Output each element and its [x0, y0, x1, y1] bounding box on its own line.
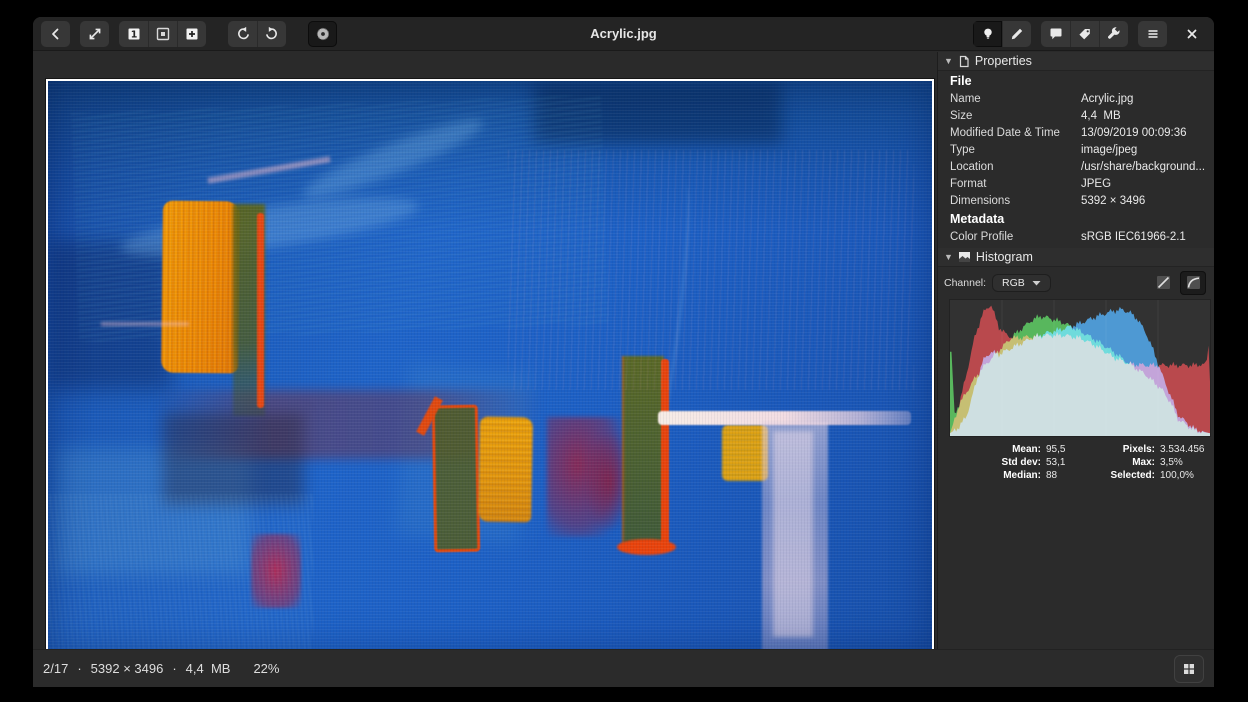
properties-sidebar: ▼ Properties File NameAcrylic.jpg Size4,… — [937, 52, 1214, 649]
view-button-group — [973, 21, 1031, 47]
property-row-color-profile: Color ProfilesRGB IEC61966-2.1 — [938, 228, 1214, 245]
tag-icon — [1077, 26, 1093, 42]
brush-edit-icon — [1009, 26, 1025, 42]
median-label: Median: — [938, 470, 1041, 481]
image-icon — [958, 251, 971, 263]
image-viewer-area — [33, 52, 937, 649]
window-title: Acrylic.jpg — [590, 17, 656, 51]
zoom-fit-icon — [155, 26, 171, 42]
comment-icon — [1048, 26, 1064, 42]
grid-view-icon — [1182, 662, 1196, 676]
zoom-original-button[interactable]: 1 — [119, 21, 148, 47]
pixels-label: Pixels: — [1099, 444, 1155, 455]
expander-arrow-icon: ▼ — [944, 252, 953, 262]
photo-acrylic-painting[interactable] — [48, 81, 932, 654]
back-button[interactable] — [41, 21, 70, 47]
rotate-left-icon — [235, 26, 251, 42]
max-label: Max: — [1099, 457, 1155, 468]
histogram-section-header[interactable]: ▼ Histogram — [938, 248, 1214, 267]
back-icon — [48, 26, 64, 42]
logarithmic-scale-button[interactable] — [1180, 271, 1206, 295]
fullscreen-button[interactable] — [80, 21, 109, 47]
status-bar: 2/17 · 5392 × 3496 · 4,4 MB 22% — [33, 649, 1214, 687]
menu-icon — [1145, 26, 1161, 42]
property-row-format: FormatJPEG — [938, 175, 1214, 192]
tag-button[interactable] — [1070, 21, 1099, 47]
max-value: 3,5% — [1155, 457, 1214, 468]
status-dimensions: 5392 × 3496 — [91, 661, 164, 676]
mean-value: 95,5 — [1041, 444, 1099, 455]
lightbulb-icon — [980, 26, 996, 42]
toolbar: 1 — [33, 17, 1214, 51]
logarithmic-scale-icon — [1186, 275, 1201, 290]
property-row-type: Typeimage/jpeg — [938, 141, 1214, 158]
properties-header-label: Properties — [975, 54, 1032, 68]
edit-button[interactable] — [1002, 21, 1031, 47]
property-row-modified: Modified Date & Time13/09/2019 00:09:36 — [938, 124, 1214, 141]
metadata-section-title: Metadata — [938, 209, 1214, 228]
aperture-button[interactable] — [308, 21, 337, 47]
svg-text:1: 1 — [130, 29, 137, 40]
menu-button[interactable] — [1138, 21, 1167, 47]
zoom-fit-button[interactable] — [148, 21, 177, 47]
property-row-name: NameAcrylic.jpg — [938, 90, 1214, 107]
thumbnail-view-button[interactable] — [1174, 655, 1204, 683]
linear-scale-button[interactable] — [1150, 271, 1176, 295]
image-frame — [46, 79, 934, 656]
median-value: 88 — [1041, 470, 1099, 481]
zoom-in-icon — [184, 26, 200, 42]
status-zoom-level: 22% — [253, 661, 279, 676]
properties-section-header[interactable]: ▼ Properties — [938, 52, 1214, 71]
gthumb-window: 1 — [33, 17, 1214, 687]
properties-toggle-button[interactable] — [973, 21, 1002, 47]
tools-button[interactable] — [1099, 21, 1128, 47]
document-icon — [958, 55, 970, 68]
rotate-left-button[interactable] — [228, 21, 257, 47]
rotate-right-button[interactable] — [257, 21, 286, 47]
selected-value: 100,0% — [1155, 470, 1214, 481]
annotation-button-group — [1041, 21, 1128, 47]
file-section-title: File — [938, 71, 1214, 90]
histogram-controls: Channel: RGB — [938, 267, 1214, 297]
channel-label: Channel: — [944, 277, 986, 289]
expander-arrow-icon: ▼ — [944, 56, 953, 66]
status-size: 4,4 MB — [186, 661, 231, 676]
pixels-value: 3.534.456 — [1155, 444, 1214, 455]
zoom-in-button[interactable] — [177, 21, 206, 47]
paint-vignette — [48, 81, 932, 654]
comment-button[interactable] — [1041, 21, 1070, 47]
close-icon — [1185, 27, 1199, 41]
linear-scale-icon — [1156, 275, 1171, 290]
mean-label: Mean: — [938, 444, 1041, 455]
zoom-button-group: 1 — [119, 21, 206, 47]
property-row-size: Size4,4 MB — [938, 107, 1214, 124]
histogram-stats: Mean:95,5 Pixels:3.534.456 Std dev:53,1 … — [938, 437, 1214, 481]
selected-label: Selected: — [1099, 470, 1155, 481]
histogram-header-label: Histogram — [976, 250, 1033, 264]
aperture-icon — [315, 26, 331, 42]
chevron-down-icon — [1032, 280, 1041, 286]
histogram-chart — [950, 300, 1210, 436]
rotate-right-icon — [264, 26, 280, 42]
stddev-label: Std dev: — [938, 457, 1041, 468]
close-button[interactable] — [1177, 21, 1206, 47]
status-position: 2/17 — [43, 661, 68, 676]
status-separator: · — [77, 661, 81, 676]
property-row-location: Location/usr/share/background... — [938, 158, 1214, 175]
rotate-button-group — [228, 21, 286, 47]
channel-value: RGB — [1002, 277, 1025, 289]
zoom-original-icon: 1 — [126, 26, 142, 42]
fullscreen-icon — [87, 26, 103, 42]
histogram-plot[interactable] — [949, 299, 1211, 437]
status-separator: · — [172, 661, 176, 676]
wrench-icon — [1106, 26, 1122, 42]
property-row-dimensions: Dimensions5392 × 3496 — [938, 192, 1214, 209]
channel-dropdown[interactable]: RGB — [992, 274, 1051, 292]
stddev-value: 53,1 — [1041, 457, 1099, 468]
